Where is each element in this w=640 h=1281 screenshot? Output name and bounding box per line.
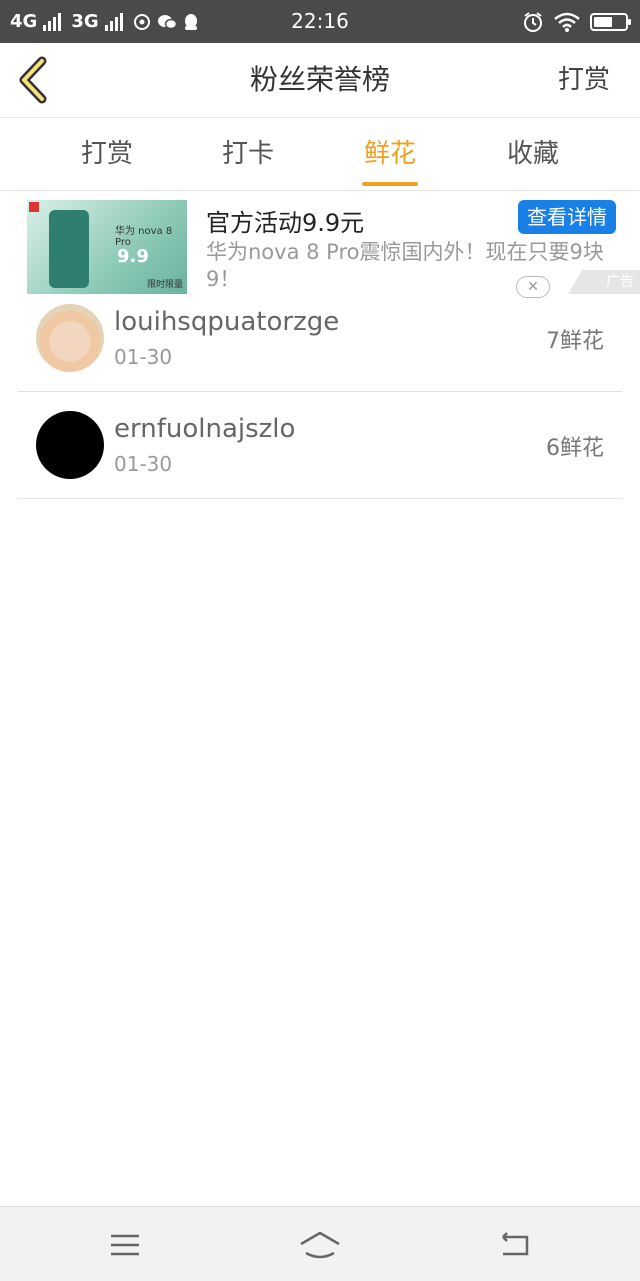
- list-item[interactable]: ernfuolnajszlo 01-30 6鲜花: [18, 392, 622, 499]
- tab-flowers[interactable]: 鲜花: [320, 118, 460, 190]
- tab-label: 打卡: [221, 139, 274, 169]
- battery-icon: [590, 12, 631, 31]
- user-name: ernfuolnajszlo: [114, 414, 296, 444]
- tab-bar: 打赏 打卡 鲜花 收藏: [0, 118, 640, 191]
- status-bar: 4G 3G 22:16: [0, 0, 640, 43]
- tab-label: 收藏: [506, 139, 559, 169]
- flower-count: 6鲜花: [546, 436, 604, 461]
- page-header: 粉丝荣誉榜 打赏: [0, 43, 640, 118]
- alarm-icon: [524, 11, 542, 32]
- ad-image-brand: 华为 nova 8 Pro: [115, 226, 173, 248]
- wifi-icon: [554, 12, 580, 32]
- user-name: louihsqpuatorzge: [114, 307, 340, 337]
- page-title: 粉丝荣誉榜: [249, 63, 390, 96]
- fan-list: louihsqpuatorzge 01-30 7鲜花 ernfuolnajszl…: [18, 285, 622, 499]
- reward-button[interactable]: 打赏: [558, 43, 610, 117]
- tab-checkin[interactable]: 打卡: [178, 118, 318, 190]
- phone-image: [49, 210, 89, 288]
- flower-count: 7鲜花: [546, 329, 604, 354]
- active-tab-indicator: [362, 182, 418, 186]
- huawei-logo-icon: [29, 202, 39, 212]
- ad-details-button[interactable]: 查看详情: [518, 200, 616, 234]
- item-date: 01-30: [114, 452, 173, 476]
- home-icon[interactable]: [298, 1225, 342, 1265]
- list-item[interactable]: louihsqpuatorzge 01-30 7鲜花: [18, 285, 622, 392]
- item-date: 01-30: [114, 345, 173, 369]
- tab-label: 打赏: [80, 139, 133, 169]
- ad-title[interactable]: 官方活动9.9元: [206, 203, 364, 238]
- ad-image-price: 9.9: [117, 246, 149, 267]
- system-nav-bar: [0, 1206, 640, 1281]
- tab-label: 鲜花: [363, 139, 416, 169]
- avatar[interactable]: [36, 304, 104, 372]
- back-icon[interactable]: [495, 1225, 535, 1265]
- ad-image[interactable]: 华为 nova 8 Pro 9.9 限时限量: [27, 200, 187, 294]
- menu-icon[interactable]: [105, 1225, 145, 1265]
- tab-favorites[interactable]: 收藏: [463, 118, 603, 190]
- tab-reward[interactable]: 打赏: [37, 118, 177, 190]
- status-right: [522, 0, 631, 43]
- avatar[interactable]: [36, 411, 104, 479]
